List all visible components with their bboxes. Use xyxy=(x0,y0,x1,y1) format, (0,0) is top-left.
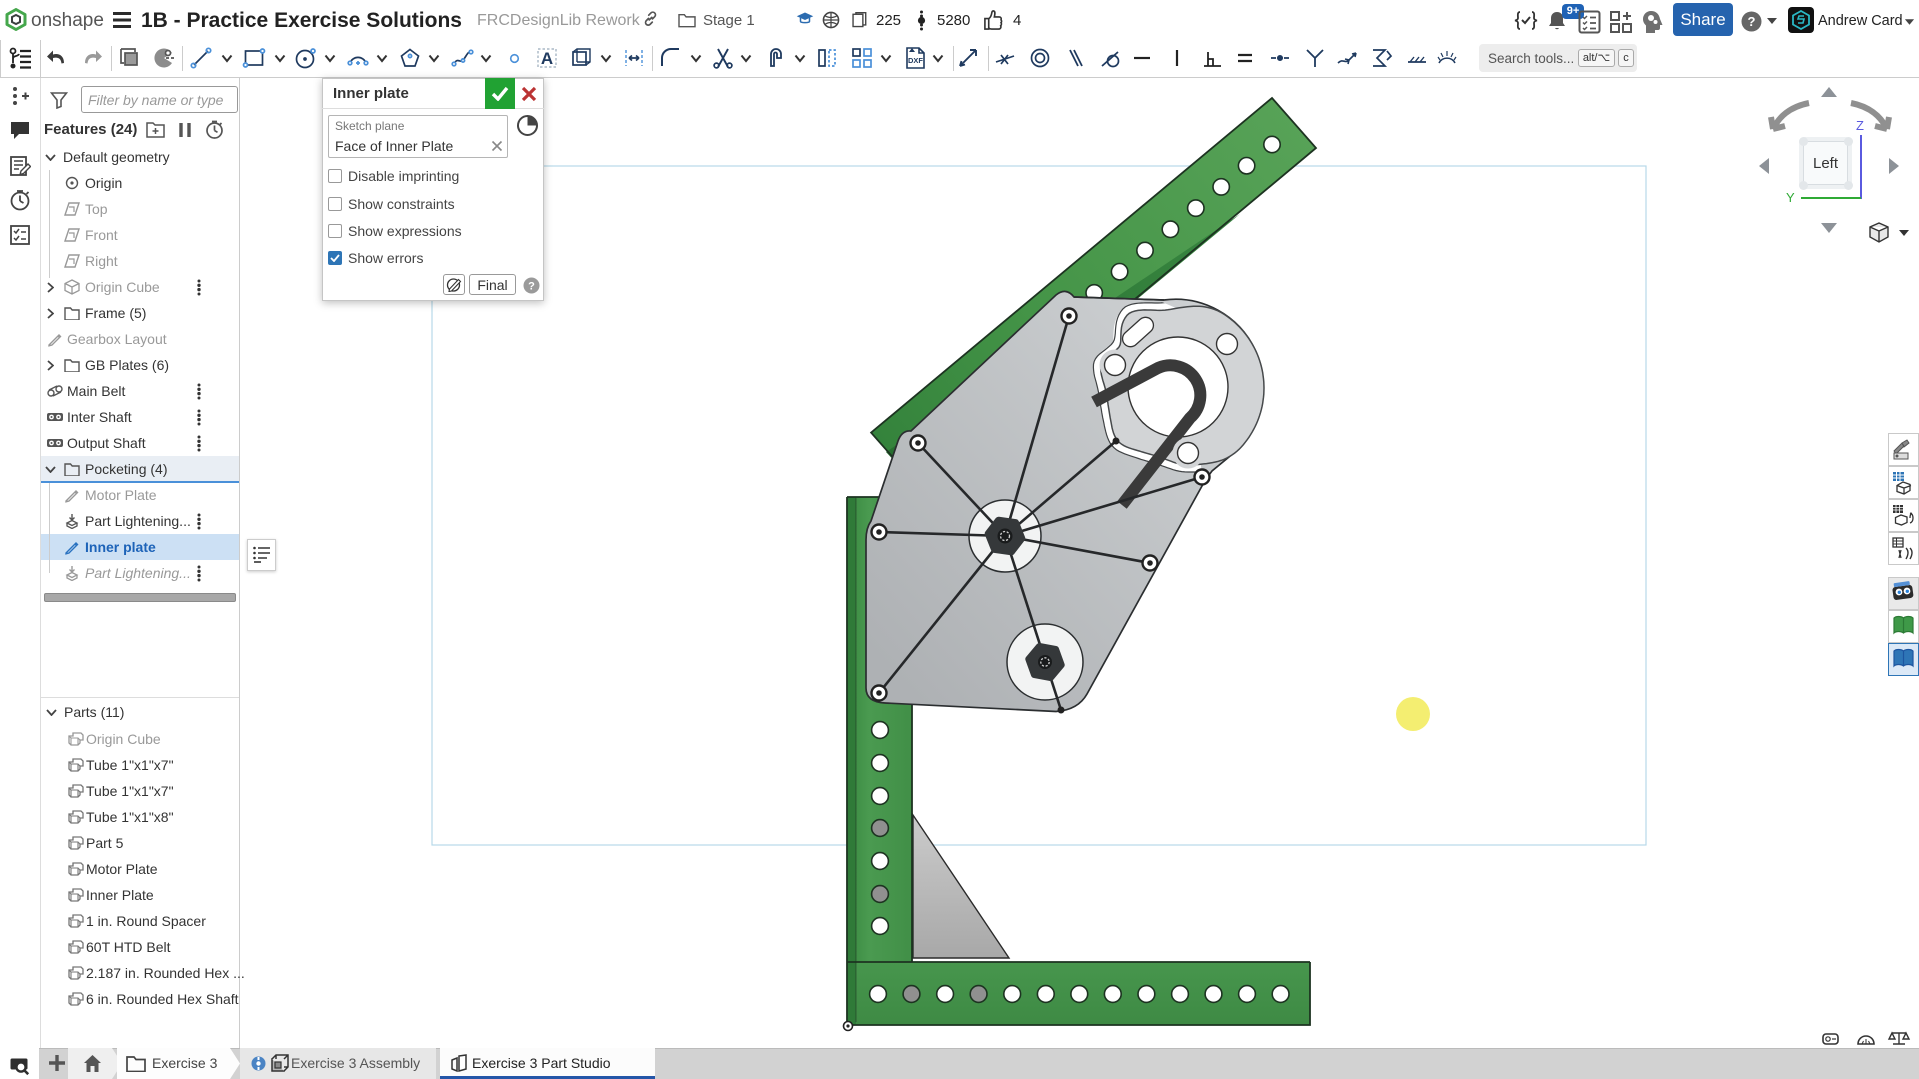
svg-text:Y: Y xyxy=(1786,190,1795,205)
svg-text:?: ? xyxy=(528,281,535,293)
svg-text:Z: Z xyxy=(1856,120,1864,133)
